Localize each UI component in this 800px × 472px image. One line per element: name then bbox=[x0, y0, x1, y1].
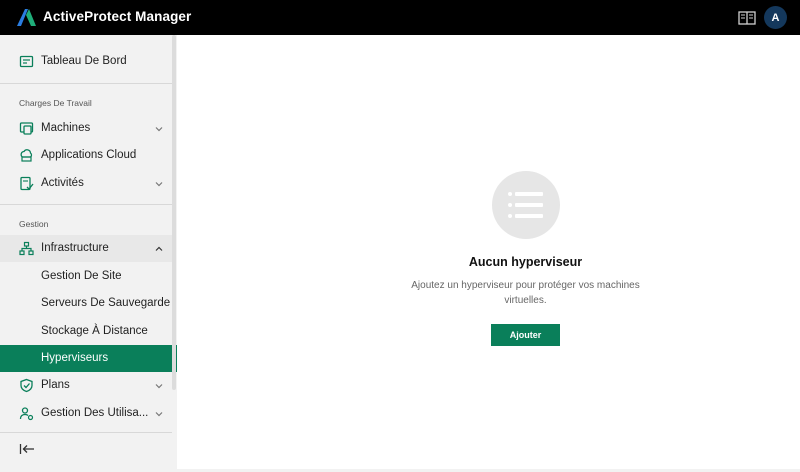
sidebar-item-remote-storage[interactable]: Stockage À Distance bbox=[0, 318, 172, 345]
activeprotect-logo-icon bbox=[17, 9, 36, 26]
sidebar-item-cloud-apps[interactable]: Applications Cloud bbox=[0, 142, 172, 169]
book-icon[interactable] bbox=[738, 11, 756, 25]
sidebar-divider bbox=[0, 204, 172, 205]
main-content: Aucun hyperviseur Ajoutez un hyperviseur… bbox=[177, 35, 800, 469]
sidebar-item-label: Infrastructure bbox=[41, 242, 109, 254]
sidebar-item-backup-servers[interactable]: Serveurs De Sauvegarde bbox=[0, 290, 172, 317]
sidebar-divider bbox=[0, 83, 172, 84]
sidebar-item-user-management[interactable]: Gestion Des Utilisa... bbox=[0, 400, 172, 427]
machines-icon bbox=[19, 122, 34, 135]
sidebar-item-label: Tableau De Bord bbox=[41, 55, 127, 67]
section-label-management: Gestion bbox=[19, 219, 49, 229]
chevron-down-icon bbox=[155, 412, 163, 417]
sidebar-divider bbox=[0, 432, 172, 433]
collapse-sidebar-icon[interactable] bbox=[19, 442, 35, 456]
empty-state-description: Ajoutez un hyperviseur pour protéger vos… bbox=[411, 280, 640, 306]
user-settings-icon bbox=[19, 407, 34, 421]
dashboard-icon bbox=[19, 55, 34, 68]
infrastructure-icon bbox=[19, 241, 34, 256]
sidebar-item-dashboard[interactable]: Tableau De Bord bbox=[0, 48, 172, 75]
chevron-down-icon bbox=[155, 384, 163, 389]
chevron-down-icon bbox=[155, 127, 163, 132]
empty-state-illustration bbox=[492, 171, 560, 239]
chevron-up-icon bbox=[155, 246, 163, 251]
sidebar-item-label: Gestion De Site bbox=[41, 270, 122, 282]
sidebar-item-activities[interactable]: Activités bbox=[0, 170, 172, 197]
sidebar-item-label: Serveurs De Sauvegarde bbox=[41, 297, 171, 309]
sidebar-scrollbar[interactable] bbox=[172, 35, 176, 390]
section-label-workloads: Charges De Travail bbox=[19, 98, 92, 108]
sidebar-item-label: Hyperviseurs bbox=[41, 352, 109, 364]
sidebar-item-plans[interactable]: Plans bbox=[0, 372, 172, 399]
app-title: ActiveProtect Manager bbox=[43, 9, 192, 24]
sidebar-item-machines[interactable]: Machines bbox=[0, 115, 172, 142]
sidebar-item-site-management[interactable]: Gestion De Site bbox=[0, 263, 172, 290]
shield-icon bbox=[20, 378, 33, 393]
avatar[interactable]: A bbox=[764, 6, 787, 29]
sidebar: Tableau De Bord Charges De Travail Machi… bbox=[0, 35, 177, 472]
chevron-down-icon bbox=[155, 182, 163, 187]
sidebar-item-label: Plans bbox=[41, 379, 70, 391]
sidebar-item-infrastructure[interactable]: Infrastructure bbox=[0, 235, 172, 262]
sidebar-item-label: Applications Cloud bbox=[41, 149, 137, 161]
add-hypervisor-button[interactable]: Ajouter bbox=[491, 324, 560, 346]
sidebar-item-hypervisors[interactable]: Hyperviseurs bbox=[0, 345, 177, 372]
cloud-apps-icon bbox=[20, 149, 33, 162]
top-bar: ActiveProtect Manager A bbox=[0, 0, 800, 35]
sidebar-item-label: Machines bbox=[41, 122, 91, 134]
sidebar-item-label: Gestion Des Utilisa... bbox=[41, 407, 149, 419]
sidebar-item-label: Stockage À Distance bbox=[41, 325, 148, 337]
list-icon bbox=[508, 192, 543, 218]
empty-state-title: Aucun hyperviseur bbox=[468, 255, 583, 269]
sidebar-item-label: Activités bbox=[41, 177, 84, 189]
activities-icon bbox=[20, 176, 34, 191]
